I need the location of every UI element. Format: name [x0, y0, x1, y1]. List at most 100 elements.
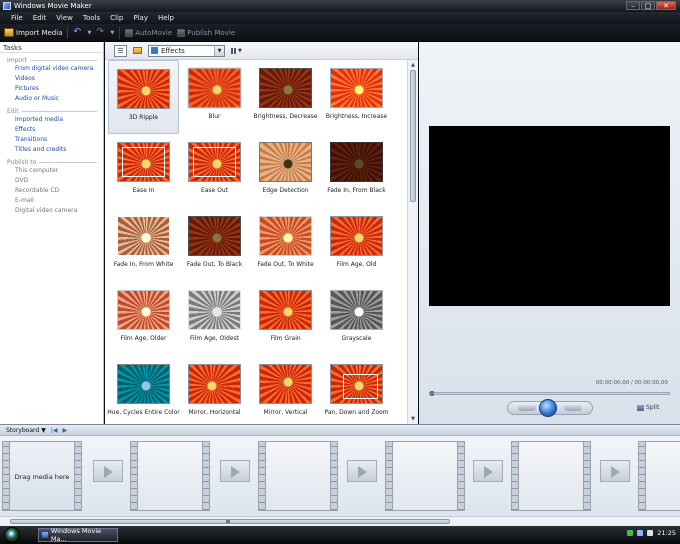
volume-icon[interactable]	[637, 530, 644, 536]
effect-fade-in-white[interactable]: Fade In, From White	[108, 208, 179, 282]
seek-bar[interactable]	[429, 391, 670, 396]
menu-tools[interactable]: Tools	[78, 14, 105, 22]
maximize-icon[interactable]: □	[641, 1, 655, 10]
task-recordable-cd[interactable]: Recordable CD	[0, 186, 103, 196]
folder-icon[interactable]	[133, 47, 142, 54]
effect-mirror-horizontal[interactable]: Mirror, Horizontal	[179, 356, 250, 424]
menu-file[interactable]: File	[6, 14, 28, 22]
rewind-icon[interactable]: |◀	[51, 427, 58, 434]
film-strip	[258, 441, 266, 511]
transition-slot[interactable]	[473, 460, 503, 482]
effect-fade-out-black[interactable]: Fade Out, To Black	[179, 208, 250, 282]
transition-slot[interactable]	[93, 460, 123, 482]
effect-mirror-vertical[interactable]: Mirror, Vertical	[250, 356, 321, 424]
task-transitions[interactable]: Transitions	[0, 135, 103, 145]
minimize-icon[interactable]: –	[626, 1, 640, 10]
effect-label: Film Age, Older	[120, 335, 167, 342]
task-dvd[interactable]: DVD	[0, 176, 103, 186]
storyboard-cell[interactable]	[638, 441, 680, 511]
import-icon	[4, 28, 14, 37]
effect-fade-out-white[interactable]: Fade Out, To White	[250, 208, 321, 282]
storyboard-cell[interactable]	[130, 441, 210, 511]
toolbar-separator	[119, 26, 121, 39]
effect-grayscale[interactable]: Grayscale	[321, 282, 392, 356]
chevron-down-icon[interactable]: ▼	[110, 30, 114, 36]
transition-slot[interactable]	[600, 460, 630, 482]
redo-icon[interactable]: ↷	[96, 28, 105, 37]
chevron-down-icon[interactable]: ▼	[214, 45, 224, 56]
task-this-computer[interactable]: This computer	[0, 166, 103, 176]
scroll-down-icon[interactable]: ▼	[408, 414, 418, 424]
automovie-button[interactable]: AutoMovie	[125, 28, 172, 37]
network-icon[interactable]	[627, 530, 634, 536]
effect-3d-ripple[interactable]: 3D Ripple	[108, 60, 179, 134]
task-pictures[interactable]: Pictures	[0, 84, 103, 94]
play-storyboard-icon[interactable]: ▶	[62, 427, 67, 434]
import-media-button[interactable]: Import Media	[4, 28, 62, 37]
close-icon[interactable]: ✕	[656, 1, 676, 10]
effect-thumbnail	[188, 364, 241, 404]
task-titles-credits[interactable]: Titles and credits	[0, 145, 103, 155]
menu-help[interactable]: Help	[153, 14, 179, 22]
effect-label: Hue, Cycles Entire Color	[107, 409, 180, 416]
task-audio[interactable]: Audio or Music	[0, 94, 103, 104]
storyboard-cell[interactable]	[511, 441, 591, 511]
next-frame-button[interactable]	[564, 405, 582, 411]
effect-pan-down-zoom[interactable]: Pan, Down and Zoom	[321, 356, 392, 424]
effect-label: Film Age, Old	[336, 261, 377, 268]
clock[interactable]: 21:25	[657, 529, 676, 537]
collections-toolbar: ☰ Effects ▼ ▼	[105, 42, 418, 60]
start-button[interactable]	[4, 527, 20, 543]
effect-film-age-older[interactable]: Film Age, Older	[108, 282, 179, 356]
effect-film-age-oldest[interactable]: Film Age, Oldest	[179, 282, 250, 356]
effect-ease-out[interactable]: Ease Out	[179, 134, 250, 208]
scrollbar-thumb[interactable]	[410, 70, 416, 202]
task-effects[interactable]: Effects	[0, 125, 103, 135]
task-email[interactable]: E-mail	[0, 196, 103, 206]
seek-handle[interactable]	[430, 391, 434, 396]
task-digital-video-camera[interactable]: Digital video camera	[0, 206, 103, 216]
effect-thumbnail	[330, 364, 383, 404]
storyboard-scrollbar[interactable]	[0, 516, 680, 526]
menu-clip[interactable]: Clip	[105, 14, 128, 22]
scrollbar-grip	[226, 520, 230, 523]
task-videos[interactable]: Videos	[0, 74, 103, 84]
effect-blur[interactable]: Blur	[179, 60, 250, 134]
play-button[interactable]	[539, 399, 557, 417]
collection-select[interactable]: Effects ▼	[148, 44, 225, 57]
taskbar-button-movie-maker[interactable]: Windows Movie Ma...	[38, 527, 118, 543]
split-button[interactable]: Split	[637, 404, 659, 411]
task-imported-media[interactable]: Imported media	[0, 115, 103, 125]
transition-slot[interactable]	[220, 460, 250, 482]
scroll-up-icon[interactable]: ▲	[408, 60, 418, 70]
effect-brightness-decrease[interactable]: Brightness, Decrease	[250, 60, 321, 134]
menu-view[interactable]: View	[51, 14, 78, 22]
storyboard-cell[interactable]	[385, 441, 465, 511]
menu-edit[interactable]: Edit	[28, 14, 52, 22]
tray-icon[interactable]	[647, 530, 654, 536]
effect-hue-cycles[interactable]: Hue, Cycles Entire Color	[107, 356, 180, 424]
storyboard-cell[interactable]: Drag media here	[2, 441, 82, 511]
effect-label: Fade Out, To White	[257, 261, 314, 268]
storyboard-view-select[interactable]: Storyboard ▼	[6, 427, 46, 434]
tasks-view-button[interactable]: ☰	[114, 44, 127, 57]
menu-play[interactable]: Play	[128, 14, 153, 22]
chevron-down-icon[interactable]: ▼	[87, 30, 91, 36]
effects-scrollbar[interactable]: ▲ ▼	[407, 60, 418, 424]
effect-fade-in-black[interactable]: Fade In, From Black	[321, 134, 392, 208]
storyboard-cell[interactable]	[258, 441, 338, 511]
effect-edge-detection[interactable]: Edge Detection	[250, 134, 321, 208]
transition-slot[interactable]	[347, 460, 377, 482]
effect-brightness-increase[interactable]: Brightness, Increase	[321, 60, 392, 134]
effect-ease-in[interactable]: Ease In	[108, 134, 179, 208]
film-strip	[638, 441, 646, 511]
view-options-button[interactable]: ▼	[231, 46, 245, 56]
undo-icon[interactable]: ↶	[73, 28, 82, 37]
effect-film-age-old[interactable]: Film Age, Old	[321, 208, 392, 282]
task-from-camera[interactable]: From digital video camera	[0, 64, 103, 74]
effects-icon	[151, 47, 158, 54]
publish-movie-button[interactable]: Publish Movie	[177, 28, 235, 37]
effect-film-grain[interactable]: Film Grain	[250, 282, 321, 356]
previous-frame-button[interactable]	[518, 405, 536, 411]
scrollbar-thumb[interactable]	[10, 519, 450, 524]
